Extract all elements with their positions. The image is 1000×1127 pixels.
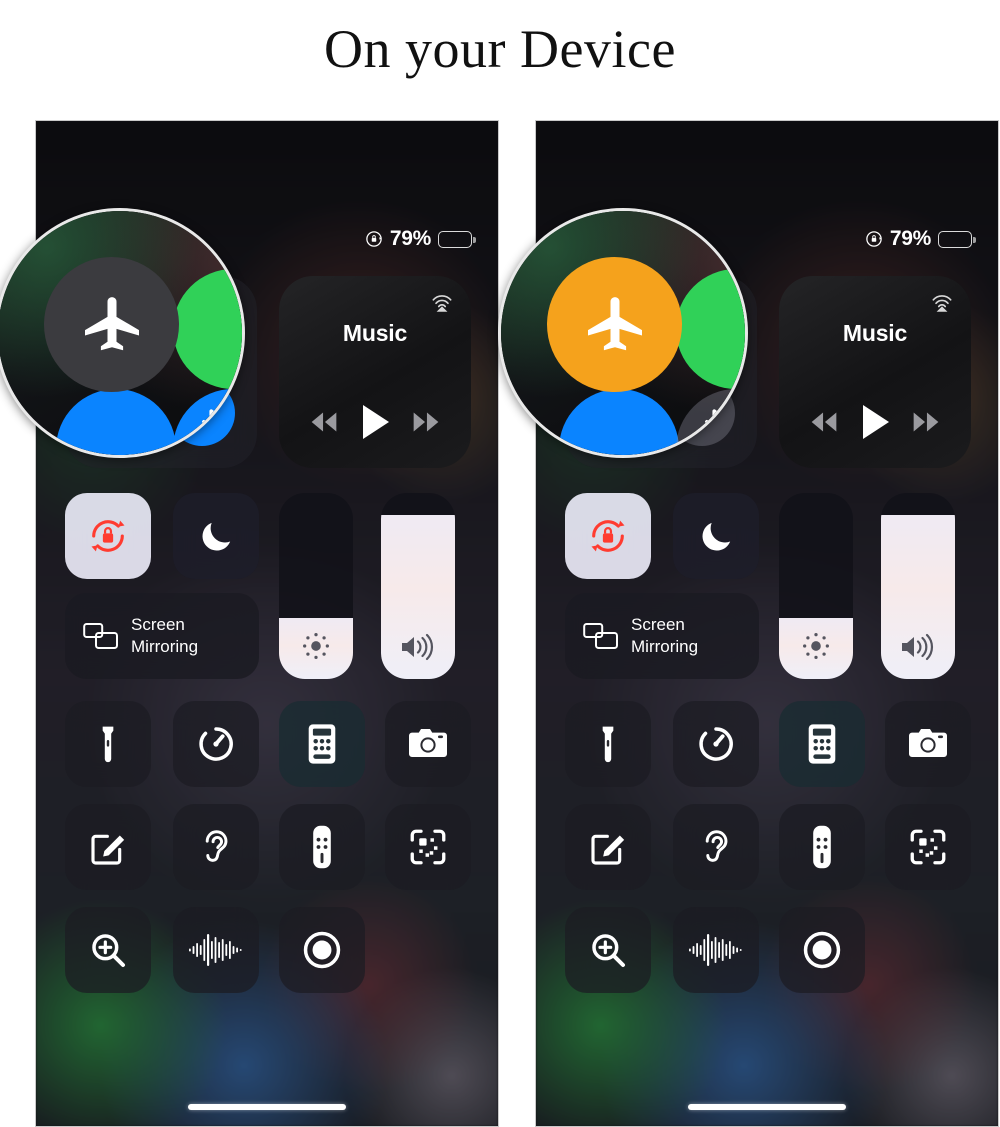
screen-mirroring-label-line1: Screen [131, 615, 185, 634]
hearing-button[interactable] [673, 804, 759, 890]
qr-code-icon [407, 826, 449, 868]
rotation-lock-button[interactable] [565, 493, 651, 579]
status-bar-left: 79% [365, 227, 476, 251]
calculator-button[interactable] [779, 701, 865, 787]
do-not-disturb-button[interactable] [673, 493, 759, 579]
airplay-icon[interactable] [429, 289, 455, 315]
timer-button[interactable] [173, 701, 259, 787]
airplane-mode-button-magnified[interactable] [547, 257, 682, 392]
ear-icon [698, 825, 734, 869]
airplay-icon[interactable] [929, 289, 955, 315]
rewind-icon[interactable] [805, 409, 843, 435]
magnifier-loupe-airplane-on [498, 208, 748, 458]
rotation-lock-icon [365, 230, 383, 248]
media-player-tile[interactable]: Music [279, 276, 471, 468]
hearing-button[interactable] [173, 804, 259, 890]
volume-slider[interactable] [881, 493, 955, 679]
magnifier-icon [88, 930, 128, 970]
airplane-icon [84, 296, 139, 350]
apple-tv-remote-button[interactable] [779, 804, 865, 890]
screen-mirroring-button[interactable]: Screen Mirroring [565, 593, 759, 679]
voice-memos-button[interactable] [173, 907, 259, 993]
magnifier-icon [588, 930, 628, 970]
battery-icon [938, 230, 976, 248]
home-indicator [688, 1104, 846, 1110]
apple-tv-remote-button[interactable] [279, 804, 365, 890]
screen-mirroring-label-line1: Screen [631, 615, 685, 634]
battery-percent-label: 79% [389, 227, 431, 250]
do-not-disturb-button[interactable] [173, 493, 259, 579]
flashlight-icon [91, 724, 125, 764]
home-indicator [188, 1104, 346, 1110]
camera-icon [406, 726, 450, 762]
play-icon[interactable] [858, 402, 892, 442]
rotation-lock-icon [86, 514, 130, 558]
screen-recording-button[interactable] [779, 907, 865, 993]
rotation-lock-icon [865, 230, 883, 248]
media-player-tile[interactable]: Music [779, 276, 971, 468]
airplane-icon [587, 296, 642, 350]
voice-memos-button[interactable] [673, 907, 759, 993]
fast-forward-icon[interactable] [407, 409, 445, 435]
screen-mirroring-icon [83, 621, 119, 651]
brightness-slider[interactable] [779, 493, 853, 679]
calculator-icon [805, 723, 839, 765]
notes-icon [88, 827, 128, 867]
rotation-lock-button[interactable] [65, 493, 151, 579]
flashlight-button[interactable] [65, 701, 151, 787]
moon-icon [196, 516, 236, 556]
camera-button[interactable] [885, 701, 971, 787]
record-icon [301, 929, 343, 971]
airplane-mode-button-magnified[interactable] [44, 257, 179, 392]
sound-wave-icon [189, 930, 243, 970]
volume-icon [899, 631, 937, 663]
notes-button[interactable] [565, 804, 651, 890]
ear-icon [198, 825, 234, 869]
camera-icon [906, 726, 950, 762]
magnifier-button[interactable] [65, 907, 151, 993]
calculator-button[interactable] [279, 701, 365, 787]
timer-icon [195, 723, 237, 765]
magnifier-button[interactable] [565, 907, 651, 993]
media-title: Music [842, 320, 908, 346]
screen-mirroring-button[interactable]: Screen Mirroring [65, 593, 259, 679]
brightness-slider[interactable] [279, 493, 353, 679]
qr-code-icon [907, 826, 949, 868]
calculator-icon [305, 723, 339, 765]
timer-icon [695, 723, 737, 765]
bluetooth-icon [202, 409, 224, 449]
screen-recording-button[interactable] [279, 907, 365, 993]
battery-percent-label: 79% [889, 227, 931, 250]
rotation-lock-icon [586, 514, 630, 558]
brightness-icon [299, 629, 333, 663]
rewind-icon[interactable] [305, 409, 343, 435]
volume-slider[interactable] [381, 493, 455, 679]
play-icon[interactable] [358, 402, 392, 442]
code-scanner-button[interactable] [885, 804, 971, 890]
flashlight-icon [591, 724, 625, 764]
notes-icon [588, 827, 628, 867]
fast-forward-icon[interactable] [907, 409, 945, 435]
flashlight-button[interactable] [565, 701, 651, 787]
remote-icon [310, 825, 334, 869]
record-icon [801, 929, 843, 971]
timer-button[interactable] [673, 701, 759, 787]
magnifier-loupe-airplane-off [0, 208, 245, 458]
media-title: Music [342, 320, 408, 346]
notes-button[interactable] [65, 804, 151, 890]
screen-mirroring-icon [583, 621, 619, 651]
camera-button[interactable] [385, 701, 471, 787]
screen-mirroring-label-line2: Mirroring [131, 637, 199, 656]
code-scanner-button[interactable] [385, 804, 471, 890]
bluetooth-icon [705, 409, 727, 449]
brightness-icon [799, 629, 833, 663]
moon-icon [696, 516, 736, 556]
screen-mirroring-label-line2: Mirroring [631, 637, 699, 656]
sound-wave-icon [689, 930, 743, 970]
status-bar-right: 79% [865, 227, 976, 251]
battery-icon [438, 230, 476, 248]
volume-icon [399, 631, 437, 663]
remote-icon [810, 825, 834, 869]
page-title: On your Device [324, 19, 676, 79]
